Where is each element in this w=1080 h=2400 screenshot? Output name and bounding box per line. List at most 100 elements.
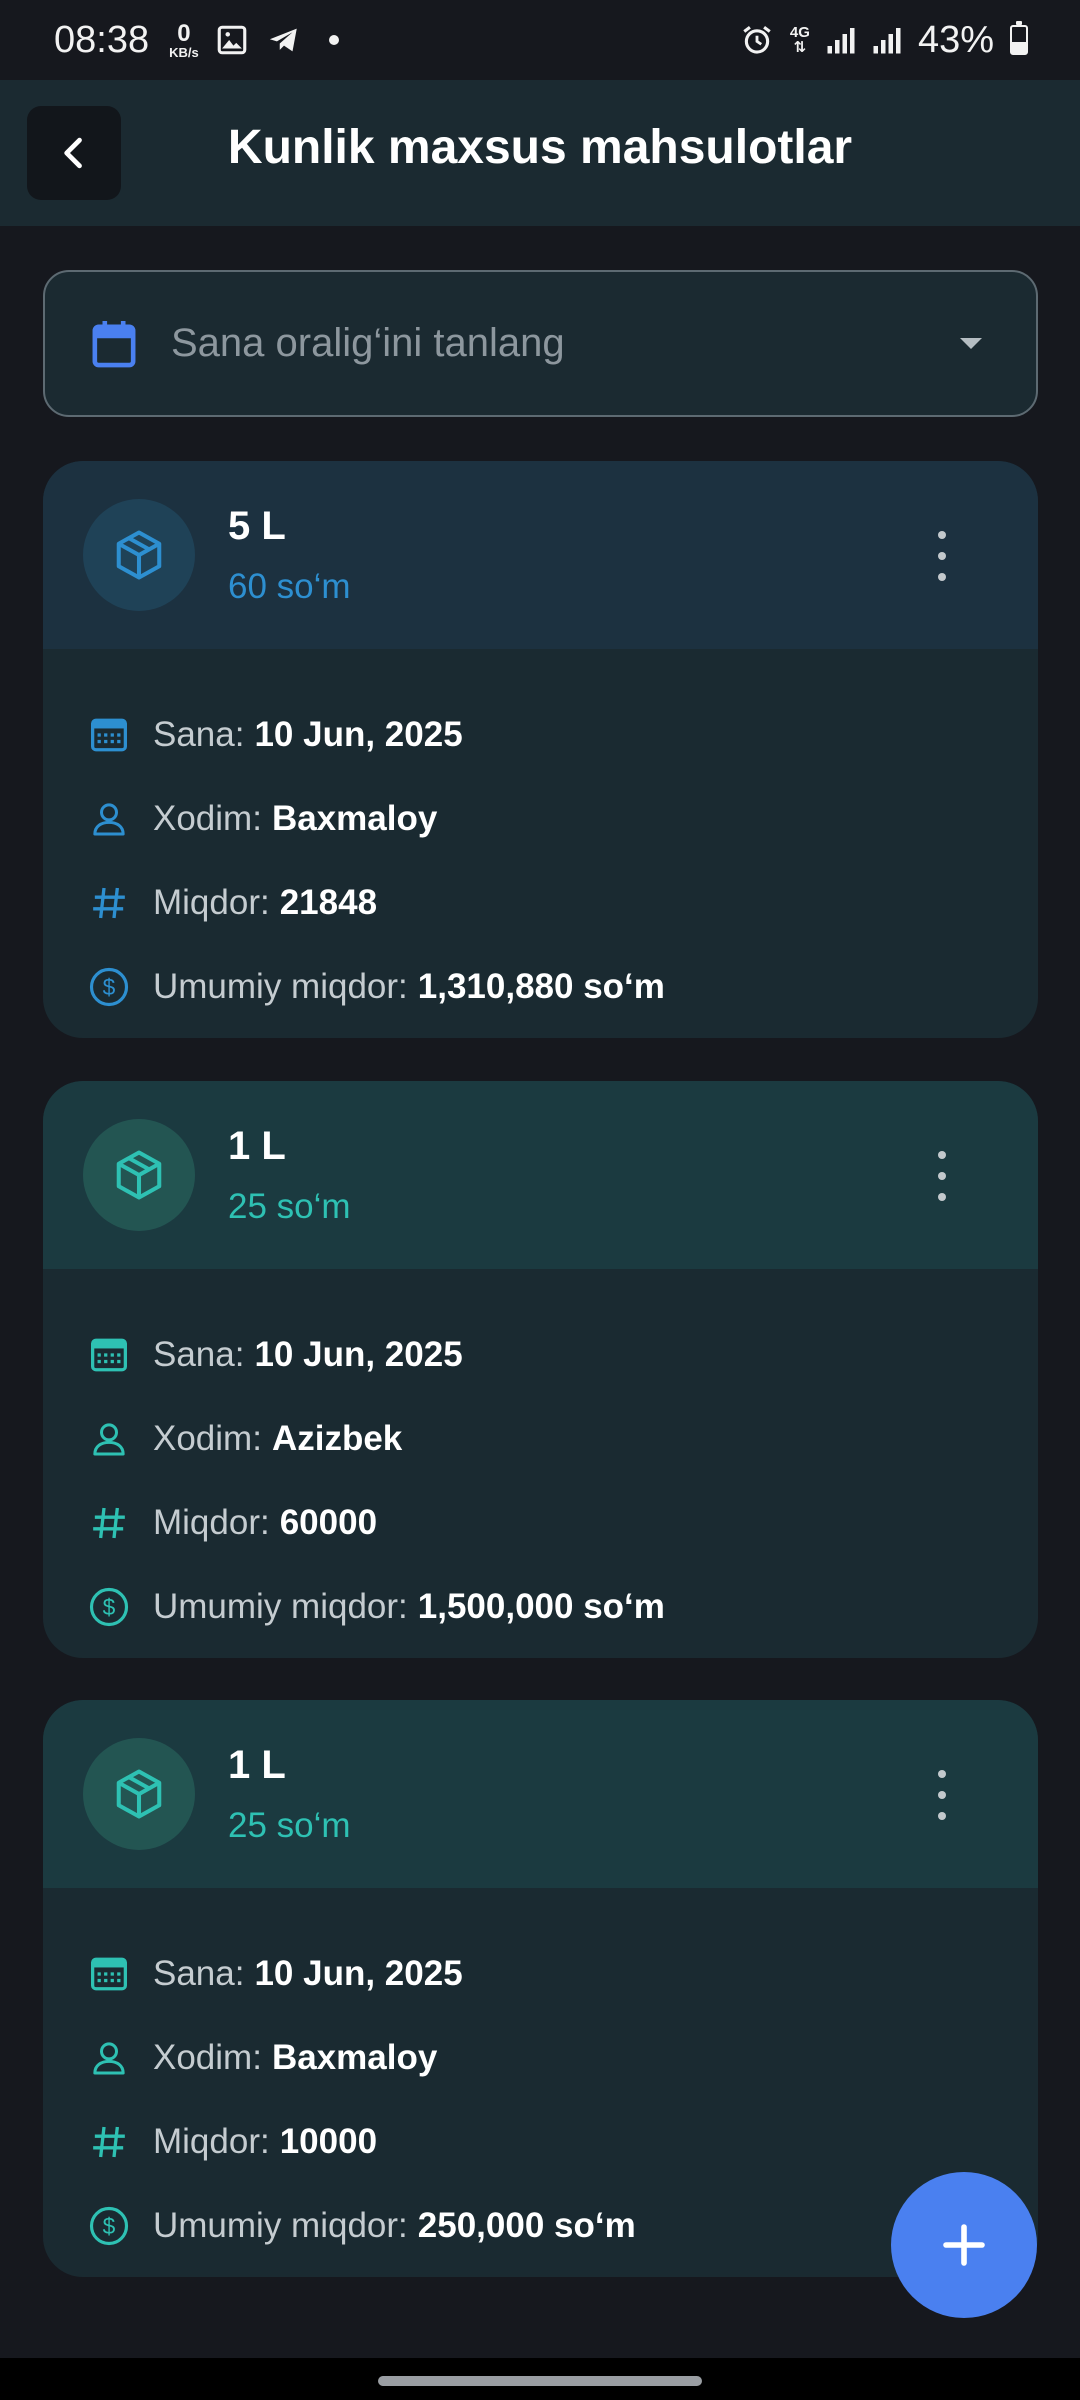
status-right: 4G ⇅ 43%: [740, 19, 1028, 62]
hash-icon: [87, 2120, 131, 2164]
product-price: 60 so‘m: [228, 566, 351, 606]
total-row: $ Umumiy miqdor: 1,500,000 so‘m: [87, 1565, 1038, 1649]
quantity-value: 21848: [279, 883, 378, 922]
quantity-row: Miqdor: 10000: [87, 2100, 1038, 2184]
card-head-text: 1 L 25 so‘m: [228, 1743, 351, 1846]
product-price: 25 so‘m: [228, 1186, 351, 1226]
calendar-icon: [92, 320, 136, 367]
product-name: 1 L: [228, 1742, 286, 1787]
calendar-icon: [87, 1952, 131, 1996]
more-options-button[interactable]: [934, 531, 950, 581]
employee-value: Baxmaloy: [271, 799, 438, 838]
date-range-placeholder: Sana oralig‘ini tanlang: [171, 321, 565, 365]
package-icon: [116, 1150, 162, 1200]
date-row: Sana: 10 Jun, 2025: [87, 693, 1038, 777]
home-gesture-handle[interactable]: [378, 2376, 702, 2386]
package-icon-circle: [83, 499, 195, 611]
total-label: Umumiy miqdor:: [153, 1587, 408, 1626]
status-left: 08:38 0 KB/s: [54, 19, 339, 62]
more-options-button[interactable]: [934, 1770, 950, 1820]
card-body: Sana: 10 Jun, 2025 Xodim: Azizbek Miqdor…: [43, 1269, 1038, 1649]
battery-fill: [1012, 41, 1026, 53]
quantity-row: Miqdor: 60000: [87, 1481, 1038, 1565]
quantity-label: Miqdor:: [153, 1503, 270, 1542]
date-value: 10 Jun, 2025: [254, 715, 463, 754]
more-options-button[interactable]: [934, 1151, 950, 1201]
card-header: 1 L 25 so‘m: [43, 1700, 1038, 1888]
svg-text:$: $: [103, 974, 116, 1000]
network-type: 4G: [789, 24, 810, 41]
person-icon: [87, 2036, 131, 2080]
employee-row: Xodim: Baxmaloy: [87, 2016, 1038, 2100]
status-bar: 08:38 0 KB/s 4G ⇅ 43%: [0, 0, 1080, 80]
dropdown-caret-icon: [960, 338, 982, 349]
product-card: 5 L 60 so‘m Sana: 10 Jun, 2025 Xodim: Ba…: [43, 461, 1038, 1038]
date-label: Sana:: [153, 1954, 245, 1993]
quantity-row: Miqdor: 21848: [87, 861, 1038, 945]
date-range-picker[interactable]: Sana oralig‘ini tanlang: [43, 270, 1038, 417]
date-label: Sana:: [153, 715, 245, 754]
app-header: Kunlik maxsus mahsulotlar: [0, 80, 1080, 226]
employee-label: Xodim:: [153, 799, 262, 838]
total-label: Umumiy miqdor:: [153, 2206, 408, 2245]
card-body: Sana: 10 Jun, 2025 Xodim: Baxmaloy Miqdo…: [43, 1888, 1038, 2268]
card-body: Sana: 10 Jun, 2025 Xodim: Baxmaloy Miqdo…: [43, 649, 1038, 1029]
employee-row: Xodim: Azizbek: [87, 1397, 1038, 1481]
person-icon: [87, 797, 131, 841]
add-button[interactable]: [891, 2172, 1037, 2318]
notification-dot-icon: [328, 35, 339, 45]
product-card: 1 L 25 so‘m Sana: 10 Jun, 2025 Xodim: Az…: [43, 1081, 1038, 1658]
person-icon: [87, 1417, 131, 1461]
card-header: 5 L 60 so‘m: [43, 461, 1038, 649]
dollar-circle-icon: $: [87, 965, 131, 1009]
quantity-label: Miqdor:: [153, 883, 270, 922]
card-head-text: 5 L 60 so‘m: [228, 504, 351, 607]
gallery-icon: [215, 23, 249, 57]
status-time: 08:38: [54, 18, 150, 61]
svg-text:$: $: [103, 1594, 116, 1620]
employee-value: Azizbek: [271, 1419, 403, 1458]
hash-icon: [87, 1501, 131, 1545]
net-speed-unit: KB/s: [169, 44, 199, 60]
employee-label: Xodim:: [153, 1419, 262, 1458]
employee-label: Xodim:: [153, 2038, 262, 2077]
svg-text:$: $: [103, 2213, 116, 2239]
date-row: Sana: 10 Jun, 2025: [87, 1313, 1038, 1397]
product-name: 5 L: [228, 503, 286, 548]
product-card: 1 L 25 so‘m Sana: 10 Jun, 2025 Xodim: Ba…: [43, 1700, 1038, 2277]
card-header: 1 L 25 so‘m: [43, 1081, 1038, 1269]
net-speed-value: 0: [177, 19, 191, 47]
employee-row: Xodim: Baxmaloy: [87, 777, 1038, 861]
network-type-icon: 4G ⇅: [790, 25, 810, 55]
dollar-circle-icon: $: [87, 2204, 131, 2248]
employee-value: Baxmaloy: [271, 2038, 438, 2077]
package-icon-circle: [83, 1738, 195, 1850]
total-row: $ Umumiy miqdor: 1,310,880 so‘m: [87, 945, 1038, 1029]
calendar-icon: [87, 713, 131, 757]
card-head-text: 1 L 25 so‘m: [228, 1124, 351, 1227]
battery-percent: 43%: [917, 18, 994, 61]
telegram-icon: [265, 23, 303, 57]
net-speed: 0 KB/s: [169, 19, 199, 60]
plus-icon: [943, 2224, 985, 2266]
package-icon: [116, 1769, 162, 1819]
total-value: 1,500,000 so‘m: [417, 1587, 665, 1626]
signal-icon: [826, 24, 856, 56]
hash-icon: [87, 881, 131, 925]
total-label: Umumiy miqdor:: [153, 967, 408, 1006]
package-icon: [116, 530, 162, 580]
date-row: Sana: 10 Jun, 2025: [87, 1932, 1038, 2016]
date-value: 10 Jun, 2025: [254, 1335, 463, 1374]
quantity-value: 60000: [279, 1503, 378, 1542]
total-value: 250,000 so‘m: [417, 2206, 636, 2245]
product-name: 1 L: [228, 1123, 286, 1168]
signal-2-icon: [872, 24, 902, 56]
quantity-label: Miqdor:: [153, 2122, 270, 2161]
alarm-icon: [740, 23, 774, 57]
page-title: Kunlik maxsus mahsulotlar: [227, 121, 853, 174]
product-price: 25 so‘m: [228, 1805, 351, 1845]
package-icon-circle: [83, 1119, 195, 1231]
date-label: Sana:: [153, 1335, 245, 1374]
battery-icon: [1010, 21, 1028, 55]
calendar-icon: [87, 1333, 131, 1377]
